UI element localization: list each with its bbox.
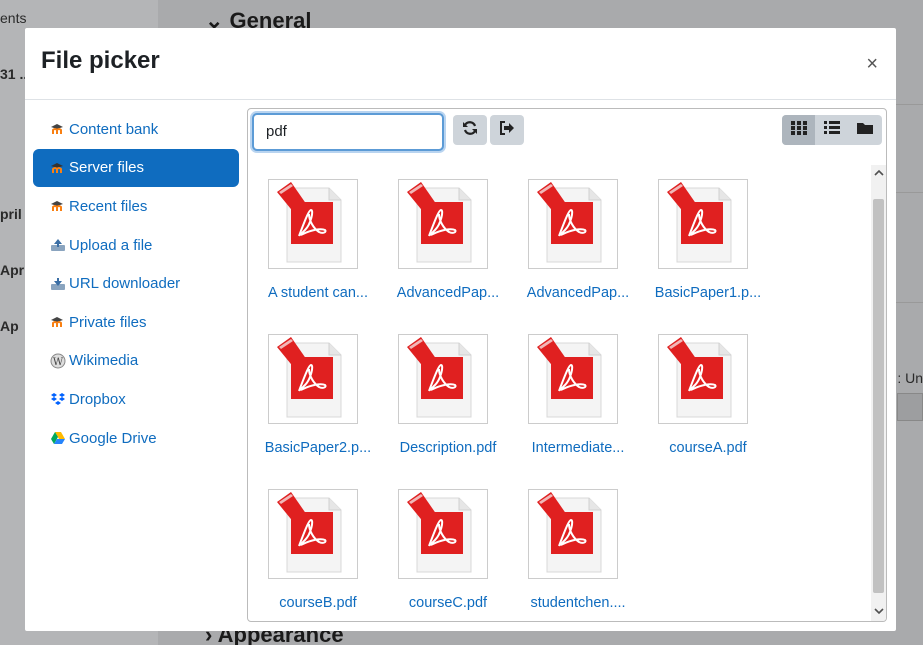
- moodle-icon: [49, 314, 67, 330]
- file-tile[interactable]: courseC.pdf: [388, 489, 518, 621]
- view-switcher: [782, 115, 882, 145]
- grid-view-button[interactable]: [782, 115, 816, 145]
- search-input[interactable]: pdf: [252, 113, 444, 151]
- grid-view-icon: [790, 120, 807, 140]
- folder-view-button[interactable]: [849, 115, 882, 145]
- file-picker-dialog: File picker × Content bank Server files …: [25, 28, 896, 631]
- sidebar-item-label: Content bank: [69, 120, 159, 138]
- pdf-file-icon: [398, 489, 488, 579]
- file-tile[interactable]: BasicPaper2.p...: [258, 334, 388, 474]
- file-name: AdvancedPap...: [526, 285, 630, 301]
- modal-header: File picker ×: [25, 28, 896, 100]
- file-name: Intermediate...: [531, 440, 625, 456]
- list-view-icon: [823, 120, 840, 140]
- repository-sidebar: Content bank Server files Recent files U…: [33, 110, 239, 457]
- file-name: A student can...: [268, 285, 368, 301]
- background-divider: [896, 104, 923, 105]
- url-download-icon: [49, 276, 67, 292]
- file-name: BasicPaper1.p...: [654, 285, 762, 301]
- file-name: AdvancedPap...: [396, 285, 500, 301]
- moodle-icon: [49, 121, 67, 137]
- sidebar-item-label: Upload a file: [69, 236, 153, 254]
- moodle-icon: [49, 160, 67, 176]
- file-tile[interactable]: Description.pdf: [388, 334, 518, 474]
- file-name: BasicPaper2.p...: [264, 440, 372, 456]
- sidebar-item-label: Wikimedia: [69, 352, 139, 370]
- moodle-icon: [49, 198, 67, 214]
- list-view-button[interactable]: [815, 115, 848, 145]
- background-text: Ap: [0, 318, 19, 334]
- file-name: studentchen....: [530, 595, 626, 611]
- file-browser-panel: pdf A student can... AdvancedPap... Adva…: [247, 108, 887, 622]
- wikimedia-icon: W: [49, 353, 67, 369]
- file-tile[interactable]: studentchen....: [518, 489, 648, 621]
- scroll-down-icon[interactable]: [871, 605, 886, 621]
- sidebar-item-wikimedia[interactable]: W Wikimedia: [33, 342, 239, 381]
- file-tile[interactable]: AdvancedPap...: [518, 179, 648, 319]
- scroll-up-icon[interactable]: [871, 167, 886, 183]
- file-tile[interactable]: A student can...: [258, 179, 388, 319]
- google-drive-icon: [49, 430, 67, 446]
- logout-icon: [499, 120, 515, 141]
- sidebar-item-label: Google Drive: [69, 429, 157, 447]
- background-text: 31 ..: [0, 66, 28, 82]
- sidebar-item-server-files[interactable]: Server files: [33, 148, 239, 188]
- close-icon[interactable]: ×: [866, 54, 878, 74]
- refresh-icon: [462, 120, 478, 141]
- file-tile[interactable]: Intermediate...: [518, 334, 648, 474]
- pdf-file-icon: [528, 179, 618, 269]
- pdf-file-icon: [398, 179, 488, 269]
- pdf-file-icon: [658, 334, 748, 424]
- background-divider: [896, 192, 923, 193]
- background-divider: [896, 302, 923, 303]
- pdf-file-icon: [268, 489, 358, 579]
- file-tile[interactable]: BasicPaper1.p...: [648, 179, 778, 319]
- folder-view-icon: [857, 121, 874, 140]
- pdf-file-icon: [528, 489, 618, 579]
- sidebar-item-label: Recent files: [69, 197, 148, 215]
- background-text: : Un: [897, 370, 923, 386]
- sidebar-item-content-bank[interactable]: Content bank: [33, 110, 239, 149]
- upload-icon: [49, 237, 67, 253]
- svg-text:W: W: [53, 357, 64, 368]
- sidebar-item-upload-a-file[interactable]: Upload a file: [33, 226, 239, 265]
- file-grid: A student can... AdvancedPap... AdvancedPa…: [248, 165, 872, 621]
- sidebar-item-dropbox[interactable]: Dropbox: [33, 380, 239, 419]
- sidebar-item-label: Private files: [69, 313, 147, 331]
- file-tile[interactable]: courseB.pdf: [258, 489, 388, 621]
- sidebar-item-label: Server files: [69, 159, 145, 177]
- file-name: Description.pdf: [399, 440, 497, 456]
- background-text: ents: [0, 10, 27, 26]
- pdf-file-icon: [268, 179, 358, 269]
- file-name: courseC.pdf: [408, 595, 488, 611]
- pdf-file-icon: [528, 334, 618, 424]
- sidebar-item-recent-files[interactable]: Recent files: [33, 187, 239, 226]
- dropbox-icon: [49, 391, 67, 407]
- pdf-file-icon: [658, 179, 748, 269]
- logout-button[interactable]: [490, 115, 524, 145]
- sidebar-item-label: Dropbox: [69, 390, 126, 408]
- file-tile[interactable]: AdvancedPap...: [388, 179, 518, 319]
- file-tile[interactable]: courseA.pdf: [648, 334, 778, 474]
- scrollbar-thumb[interactable]: [873, 199, 884, 593]
- sidebar-item-url-downloader[interactable]: URL downloader: [33, 264, 239, 303]
- sidebar-item-google-drive[interactable]: Google Drive: [33, 419, 239, 458]
- modal-title: File picker: [41, 47, 160, 74]
- sidebar-item-private-files[interactable]: Private files: [33, 303, 239, 342]
- background-list-button: [897, 393, 923, 421]
- pdf-file-icon: [268, 334, 358, 424]
- sidebar-item-label: URL downloader: [69, 275, 181, 293]
- background-text: pril: [0, 206, 22, 222]
- background-text: Apr: [0, 262, 25, 278]
- pdf-file-icon: [398, 334, 488, 424]
- refresh-button[interactable]: [453, 115, 487, 145]
- file-name: courseB.pdf: [279, 595, 357, 611]
- vertical-scrollbar[interactable]: [871, 165, 886, 621]
- file-name: courseA.pdf: [669, 440, 747, 456]
